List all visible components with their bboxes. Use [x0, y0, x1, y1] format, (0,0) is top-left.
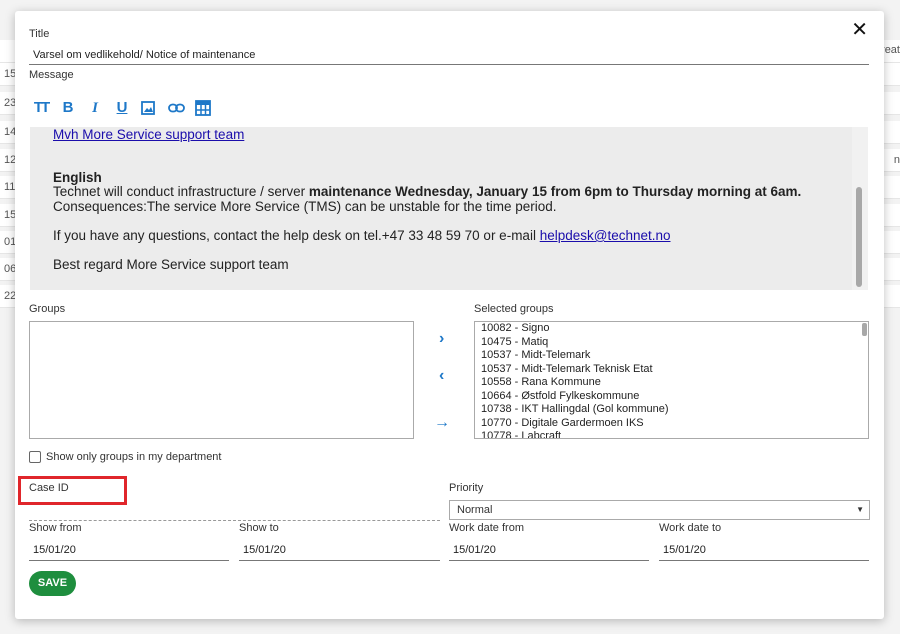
- list-scrollbar-thumb[interactable]: [862, 323, 867, 336]
- chevron-down-icon: ▼: [856, 505, 864, 514]
- table-icon[interactable]: [195, 100, 211, 116]
- input-underline: [449, 560, 649, 561]
- case-id-label: Case ID: [29, 482, 69, 494]
- list-item[interactable]: 10475 - Matiq: [475, 336, 868, 350]
- input-underline: [239, 560, 440, 561]
- add-all-groups-button[interactable]: →: [434, 414, 450, 432]
- signature-link[interactable]: Mvh More Service support team: [53, 127, 244, 142]
- work-date-from-input[interactable]: 15/01/20: [453, 544, 496, 556]
- selected-groups-list[interactable]: 10082 - Signo 10475 - Matiq 10537 - Midt…: [474, 321, 869, 439]
- show-only-groups-checkbox[interactable]: [29, 451, 41, 463]
- selected-groups-label: Selected groups: [474, 303, 554, 315]
- groups-list[interactable]: [29, 321, 414, 439]
- message-editor[interactable]: Mvh More Service support team English Te…: [30, 127, 868, 290]
- underline-button[interactable]: U: [114, 99, 130, 117]
- close-icon[interactable]: ✕: [851, 20, 868, 40]
- message-dialog: ✕ Title Varsel om vedlikehold/ Notice of…: [15, 11, 884, 619]
- message-label: Message: [29, 69, 74, 81]
- list-item[interactable]: 10082 - Signo: [475, 322, 868, 336]
- link-icon[interactable]: [168, 102, 185, 114]
- editor-text: Technet will conduct infrastructure / se…: [53, 184, 309, 199]
- list-item[interactable]: 10537 - Midt-Telemark: [475, 349, 868, 363]
- list-item[interactable]: 10664 - Østfold Fylkeskommune: [475, 390, 868, 404]
- italic-button[interactable]: I: [87, 99, 103, 117]
- editor-line: Best regard More Service support team: [53, 257, 289, 272]
- show-from-label: Show from: [29, 522, 82, 534]
- groups-label: Groups: [29, 303, 66, 315]
- list-item[interactable]: 10770 - Digitale Gardermoen IKS: [475, 417, 868, 431]
- editor-line: Consequences:The service More Service (T…: [53, 199, 557, 214]
- show-to-input[interactable]: 15/01/20: [243, 544, 286, 556]
- add-group-button[interactable]: ›: [439, 330, 444, 348]
- title-label: Title: [29, 28, 50, 40]
- work-date-to-input[interactable]: 15/01/20: [663, 544, 706, 556]
- title-input-underline: [29, 64, 869, 65]
- list-item[interactable]: 10558 - Rana Kommune: [475, 376, 868, 390]
- work-date-from-label: Work date from: [449, 522, 524, 534]
- editor-text: If you have any questions, contact the h…: [53, 228, 540, 243]
- title-input[interactable]: Varsel om vedlikehold/ Notice of mainten…: [33, 49, 255, 61]
- scrollbar-thumb[interactable]: [856, 187, 862, 287]
- bold-button[interactable]: B: [60, 99, 76, 117]
- remove-group-button[interactable]: ‹: [439, 367, 444, 385]
- list-item[interactable]: 10738 - IKT Hallingdal (Gol kommune): [475, 403, 868, 417]
- show-from-input[interactable]: 15/01/20: [33, 544, 76, 556]
- editor-line: Technet will conduct infrastructure / se…: [53, 184, 801, 199]
- editor-bold-text: maintenance Wednesday, January 15 from 6…: [308, 184, 802, 199]
- row-fragment: 11: [4, 181, 16, 193]
- show-to-label: Show to: [239, 522, 279, 534]
- editor-toolbar: TT B I U: [33, 99, 211, 117]
- priority-select[interactable]: Normal ▼: [449, 500, 870, 520]
- case-id-input[interactable]: [29, 520, 440, 521]
- input-underline: [29, 560, 229, 561]
- save-button[interactable]: SAVE: [29, 571, 76, 596]
- text-size-button[interactable]: TT: [33, 99, 50, 117]
- editor-line: If you have any questions, contact the h…: [53, 228, 671, 243]
- row-fragment: n: [893, 154, 900, 166]
- email-link[interactable]: helpdesk@technet.no: [540, 228, 671, 243]
- priority-label: Priority: [449, 482, 484, 494]
- input-underline: [659, 560, 869, 561]
- image-icon[interactable]: [141, 101, 157, 115]
- editor-scrollbar[interactable]: [852, 127, 868, 290]
- list-item[interactable]: 10537 - Midt-Telemark Teknisk Etat: [475, 363, 868, 377]
- list-item[interactable]: 10778 - Labcraft: [475, 430, 868, 438]
- work-date-to-label: Work date to: [659, 522, 722, 534]
- show-only-groups-label: Show only groups in my department: [46, 451, 222, 463]
- priority-value: Normal: [457, 504, 493, 516]
- editor-heading: English: [53, 170, 102, 185]
